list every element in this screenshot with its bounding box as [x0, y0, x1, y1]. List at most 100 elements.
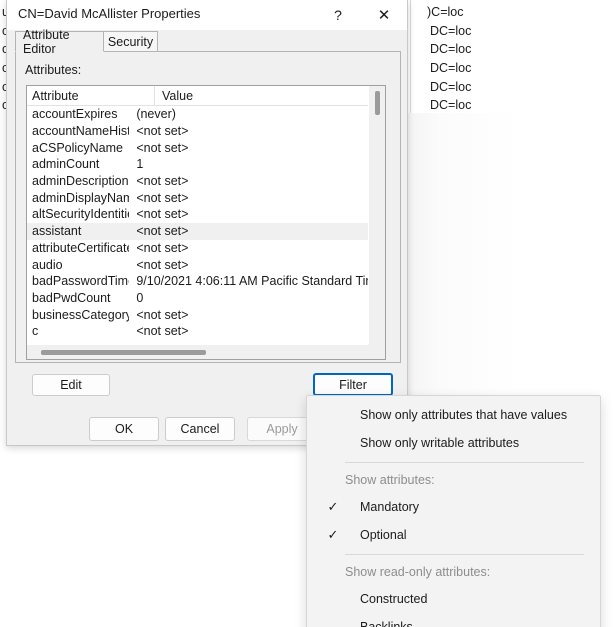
table-row[interactable]: badPasswordTime 9/10/2021 4:06:11 AM Paci…: [27, 273, 370, 290]
background-right-row: DC=loc: [430, 42, 472, 56]
listview-vertical-scroll-thumb[interactable]: [375, 91, 380, 115]
table-row[interactable]: attributeCertificateAttri... <not set>: [27, 240, 370, 257]
listview-vertical-scrollbar[interactable]: [368, 86, 385, 344]
tab-attribute-editor-label: Attribute Editor: [23, 27, 70, 56]
help-button[interactable]: ?: [317, 0, 359, 30]
cell-attribute: c: [32, 324, 39, 339]
filter-context-menu: Show only attributes that have values Sho…: [306, 395, 601, 627]
cell-value: <not set>: [136, 190, 189, 205]
properties-dialog: CN=David McAllister Properties ? ✕ Attri…: [6, 0, 408, 446]
screen: uooooo )C=locDC=locDC=locDC=locDC=locDC=…: [0, 0, 614, 627]
menu-item-label: Mandatory: [360, 500, 420, 514]
edit-button-label: Edit: [60, 378, 82, 392]
background-right-row: DC=loc: [430, 61, 472, 75]
table-row[interactable]: accountExpires (never): [27, 106, 370, 123]
attributes-listview[interactable]: Attribute Value accountExpires (never) acc…: [26, 85, 386, 360]
cell-value: <not set>: [136, 240, 189, 255]
cell-attribute: adminCount: [32, 157, 100, 172]
listview-horizontal-scroll-thumb[interactable]: [41, 350, 206, 355]
listview-scrollbar-corner: [368, 344, 385, 359]
table-row[interactable]: assistant <not set>: [27, 222, 370, 240]
menu-item-label: Show only writable attributes: [360, 436, 520, 450]
cell-attribute: adminDisplayName: [32, 190, 129, 205]
table-row[interactable]: audio <not set>: [27, 256, 370, 273]
background-right-row: )C=loc: [427, 5, 464, 19]
table-row[interactable]: adminDescription <not set>: [27, 173, 370, 190]
question-mark-icon: ?: [334, 7, 342, 23]
column-header-attribute-label: Attribute: [32, 89, 79, 103]
tab-security[interactable]: Security: [103, 31, 158, 52]
cell-attribute: businessCategory: [32, 307, 130, 322]
background-right-row: DC=loc: [430, 98, 472, 112]
checkmark-icon: ✓: [327, 527, 339, 543]
listview-horizontal-scrollbar[interactable]: [27, 344, 370, 359]
menu-item[interactable]: ✓ Mandatory: [307, 493, 600, 521]
apply-button-label: Apply: [266, 422, 298, 436]
column-header-value-label: Value: [162, 89, 194, 103]
cell-attribute: aCSPolicyName: [32, 140, 124, 155]
cell-value: <not set>: [136, 207, 189, 222]
table-row[interactable]: accountNameHistory <not set>: [27, 123, 370, 140]
close-icon: ✕: [377, 5, 391, 24]
cell-value: 9/10/2021 4:06:11 AM Pacific Standard Ti…: [136, 274, 370, 289]
background-right-row: DC=loc: [430, 24, 472, 38]
close-button[interactable]: ✕: [363, 0, 405, 30]
cell-value: (never): [136, 107, 176, 122]
cancel-button-label: Cancel: [180, 422, 220, 436]
tab-security-label: Security: [107, 34, 154, 49]
dialog-title: CN=David McAllister Properties: [18, 6, 201, 21]
menu-item[interactable]: Show only writable attributes: [307, 429, 600, 457]
cell-value: <not set>: [136, 140, 189, 155]
table-row[interactable]: c <not set>: [27, 323, 370, 340]
filter-button[interactable]: Filter: [313, 373, 393, 396]
table-row[interactable]: adminCount 1: [27, 156, 370, 173]
ok-button[interactable]: OK: [89, 417, 159, 441]
menu-item-label: Optional: [360, 528, 407, 542]
menu-item[interactable]: Constructed: [307, 585, 600, 613]
cell-attribute: badPasswordTime: [32, 274, 130, 289]
menu-item-label: Show read-only attributes:: [345, 565, 491, 579]
menu-separator: [345, 554, 584, 555]
cell-value: <not set>: [136, 174, 189, 189]
cell-value: <not set>: [136, 224, 189, 239]
table-row[interactable]: adminDisplayName <not set>: [27, 189, 370, 206]
edit-button[interactable]: Edit: [32, 374, 110, 396]
cell-value: <not set>: [136, 257, 189, 272]
table-row[interactable]: altSecurityIdentities <not set>: [27, 206, 370, 223]
listview-rows: accountExpires (never) accountNameHistory <…: [27, 106, 370, 346]
menu-item[interactable]: ✓ Optional: [307, 521, 600, 549]
cell-value: <not set>: [136, 324, 189, 339]
cell-value: 0: [136, 290, 144, 305]
menu-item-label: Show only attributes that have values: [360, 408, 568, 422]
menu-item[interactable]: Show only attributes that have values: [307, 401, 600, 429]
cell-value: <not set>: [136, 307, 189, 322]
cell-attribute: accountNameHistory: [32, 124, 129, 139]
cell-attribute: attributeCertificateAttri...: [32, 240, 129, 255]
menu-section-header: Show read-only attributes:: [307, 559, 600, 585]
tabstrip: Attribute Editor Security: [15, 28, 401, 56]
menu-separator: [345, 462, 584, 463]
cell-attribute: audio: [32, 257, 63, 272]
cell-attribute: badPwdCount: [32, 290, 111, 305]
menu-item-label: Backlinks: [360, 620, 413, 627]
cell-attribute: assistant: [32, 224, 82, 239]
attributes-label: Attributes:: [25, 63, 82, 77]
menu-item-label: Show attributes:: [345, 473, 435, 487]
menu-item[interactable]: Backlinks: [307, 613, 600, 627]
ok-button-label: OK: [114, 422, 134, 436]
listview-header: Attribute Value: [27, 86, 385, 106]
cancel-button[interactable]: Cancel: [165, 417, 235, 441]
cell-value: <not set>: [136, 124, 189, 139]
column-header-value[interactable]: Value: [154, 86, 370, 106]
menu-item-label: Constructed: [360, 592, 428, 606]
table-row[interactable]: businessCategory <not set>: [27, 306, 370, 323]
column-header-attribute[interactable]: Attribute: [27, 86, 154, 106]
tab-attribute-editor[interactable]: Attribute Editor: [15, 28, 104, 56]
filter-button-label: Filter: [339, 377, 367, 392]
dialog-titlebar: CN=David McAllister Properties ? ✕: [7, 0, 407, 30]
table-row[interactable]: badPwdCount 0: [27, 290, 370, 307]
table-row[interactable]: aCSPolicyName <not set>: [27, 139, 370, 156]
cell-attribute: accountExpires: [32, 107, 118, 122]
cell-attribute: adminDescription: [32, 174, 129, 189]
checkmark-icon: ✓: [327, 499, 339, 515]
